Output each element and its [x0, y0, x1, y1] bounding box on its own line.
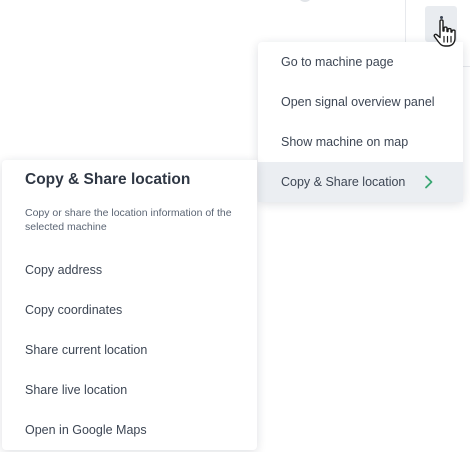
header-divider	[462, 66, 470, 67]
background-shape	[298, 0, 312, 2]
menu-item-label: Copy & Share location	[281, 175, 406, 189]
panel-description: Copy or share the location information o…	[25, 207, 232, 233]
panel-title: Copy & Share location	[25, 171, 191, 188]
share-live-location-option[interactable]: Share live location	[2, 370, 257, 410]
copy-address-option[interactable]: Copy address	[2, 250, 257, 290]
menu-item-open-signal-overview[interactable]: Open signal overview panel	[258, 82, 463, 122]
copy-share-location-panel: Copy & Share location Copy or share the …	[2, 160, 257, 450]
panel-divider	[405, 0, 406, 42]
share-current-location-option[interactable]: Share current location	[2, 330, 257, 370]
open-google-maps-option[interactable]: Open in Google Maps	[2, 410, 257, 450]
hand-pointer-icon	[433, 19, 456, 47]
chevron-right-icon	[425, 175, 433, 189]
menu-item-copy-share-location[interactable]: Copy & Share location	[258, 162, 463, 202]
menu-item-go-to-machine-page[interactable]: Go to machine page	[258, 42, 463, 82]
menu-item-show-on-map[interactable]: Show machine on map	[258, 122, 463, 162]
machine-actions-menu: Go to machine page Open signal overview …	[258, 42, 463, 202]
copy-coordinates-option[interactable]: Copy coordinates	[2, 290, 257, 330]
